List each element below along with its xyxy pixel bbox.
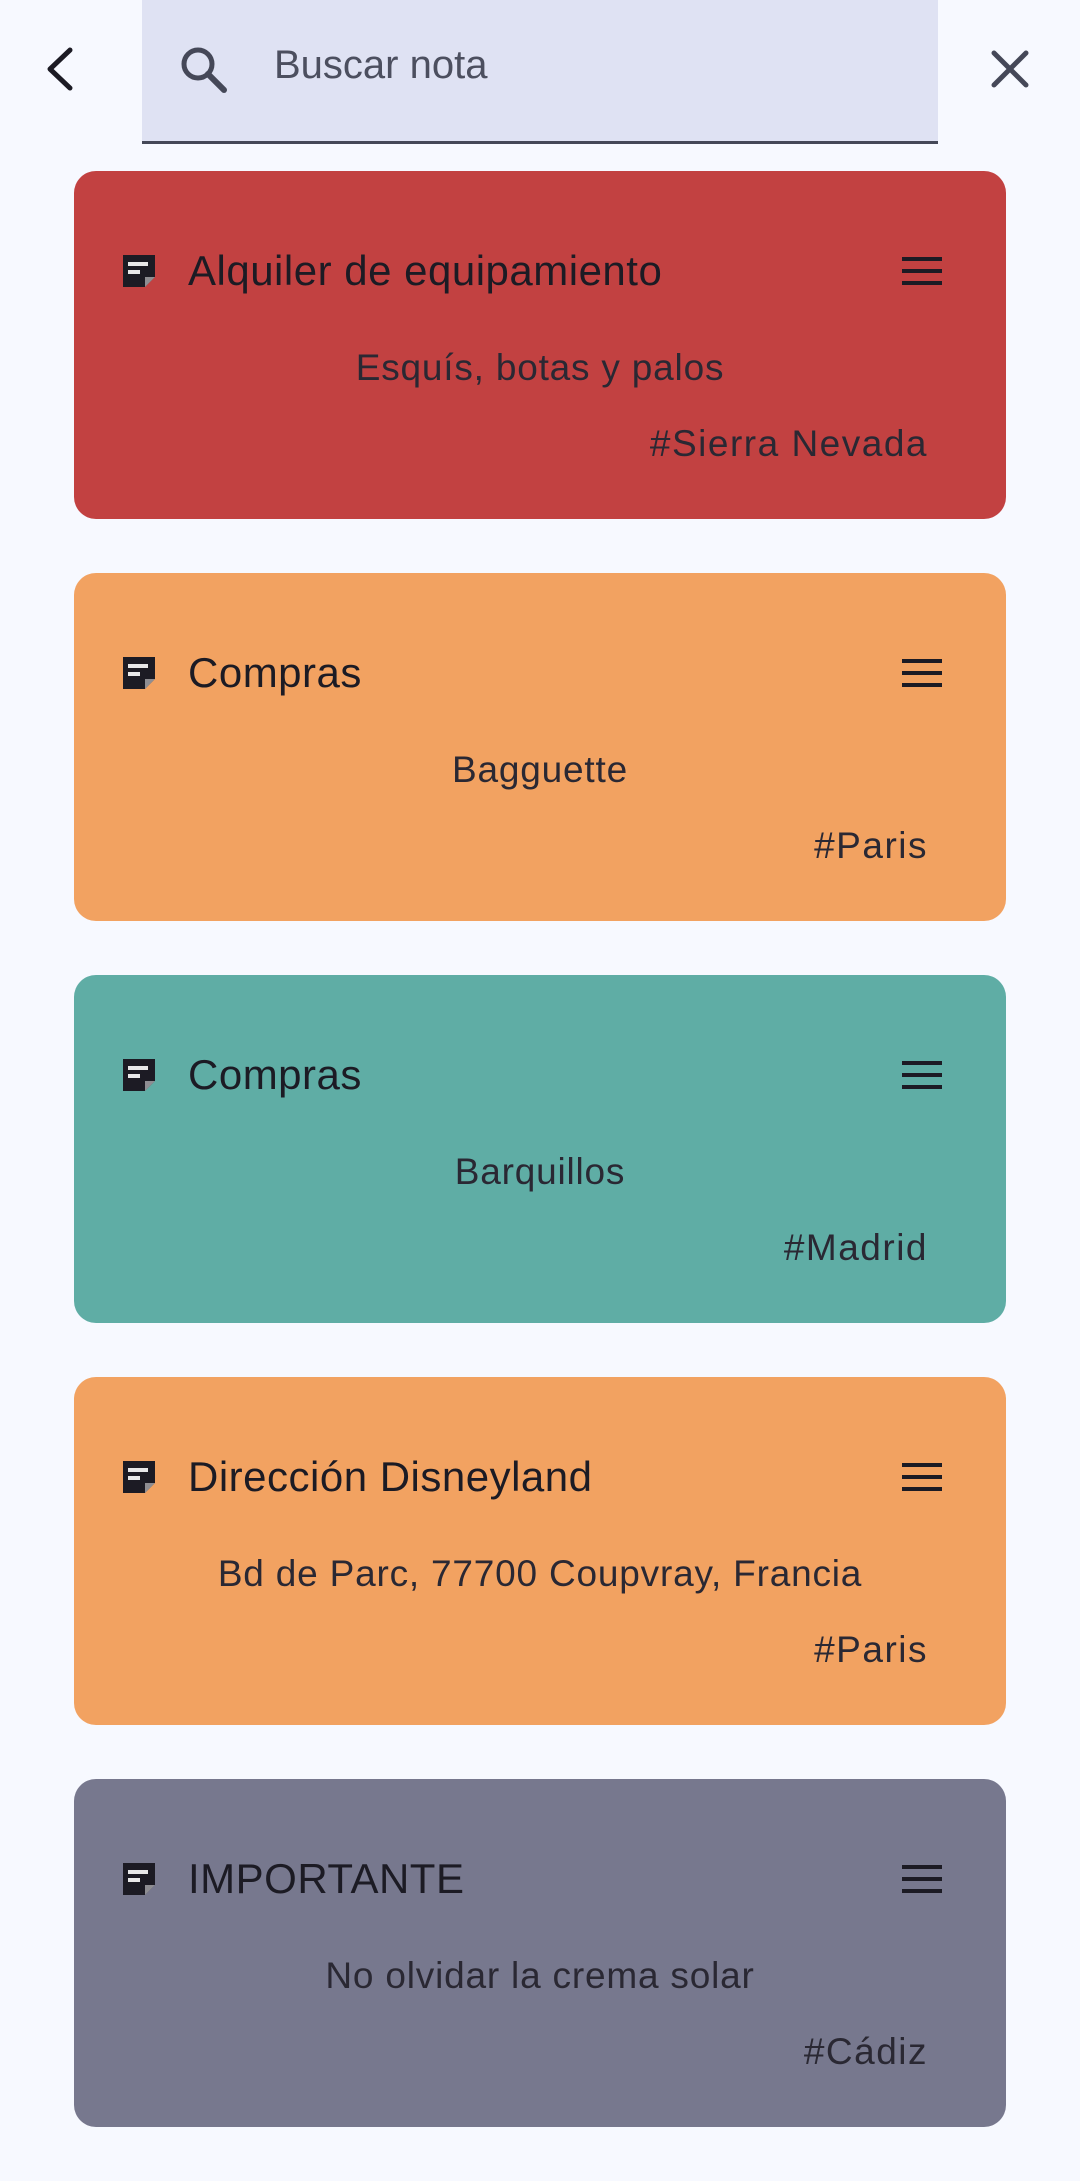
note-menu-button[interactable] [898, 649, 946, 697]
note-menu-button[interactable] [898, 247, 946, 295]
note-tag: #Sierra Nevada [649, 423, 928, 464]
arrow-back-icon [47, 47, 73, 91]
note-tag: #Paris [814, 825, 928, 866]
note-title: Compras [188, 649, 362, 696]
note-menu-button[interactable] [898, 1453, 946, 1501]
note-title: Dirección Disneyland [188, 1453, 593, 1500]
sticky-note-icon [118, 1858, 160, 1900]
note-card[interactable]: IMPORTANTE No olvidar la crema solar #Cá… [74, 1779, 1006, 2127]
menu-icon [902, 257, 942, 285]
sticky-note-icon [118, 1054, 160, 1096]
note-body: Esquís, botas y palos [355, 347, 725, 388]
notes-list: Alquiler de equipamiento Esquís, botas y… [74, 171, 1006, 2181]
menu-icon [902, 1061, 942, 1089]
close-icon [991, 50, 1029, 88]
note-card[interactable]: Dirección Disneyland Bd de Parc, 77700 C… [74, 1377, 1006, 1725]
note-card[interactable]: Compras Barquillos #Madrid [74, 975, 1006, 1323]
note-body: Bagguette [452, 749, 628, 790]
search-icon [176, 42, 232, 98]
sticky-note-icon [118, 250, 160, 292]
note-tag: #Madrid [783, 1227, 928, 1268]
back-button[interactable] [28, 34, 92, 104]
note-body: Barquillos [454, 1151, 626, 1192]
note-card[interactable]: Compras Bagguette #Paris [74, 573, 1006, 921]
note-menu-button[interactable] [898, 1051, 946, 1099]
note-body: Bd de Parc, 77700 Coupvray, Francia [217, 1553, 863, 1594]
search-bar[interactable] [142, 0, 938, 144]
note-card[interactable]: Alquiler de equipamiento Esquís, botas y… [74, 171, 1006, 519]
note-header: Dirección Disneyland [118, 1447, 946, 1507]
note-header: IMPORTANTE [118, 1849, 946, 1909]
search-input[interactable] [274, 26, 894, 104]
note-header: Alquiler de equipamiento [118, 241, 946, 301]
sticky-note-icon [118, 1456, 160, 1498]
top-bar [0, 0, 1080, 150]
note-title: Alquiler de equipamiento [188, 247, 663, 294]
note-header: Compras [118, 643, 946, 703]
note-header: Compras [118, 1045, 946, 1105]
close-button[interactable] [978, 34, 1042, 104]
sticky-note-icon [118, 652, 160, 694]
note-body: No olvidar la crema solar [325, 1955, 755, 1996]
note-tag: #Paris [814, 1629, 928, 1670]
menu-icon [902, 659, 942, 687]
menu-icon [902, 1463, 942, 1491]
note-title: Compras [188, 1051, 362, 1098]
note-tag: #Cádiz [803, 2031, 928, 2072]
menu-icon [902, 1865, 942, 1893]
note-menu-button[interactable] [898, 1855, 946, 1903]
note-title: IMPORTANTE [188, 1855, 465, 1902]
